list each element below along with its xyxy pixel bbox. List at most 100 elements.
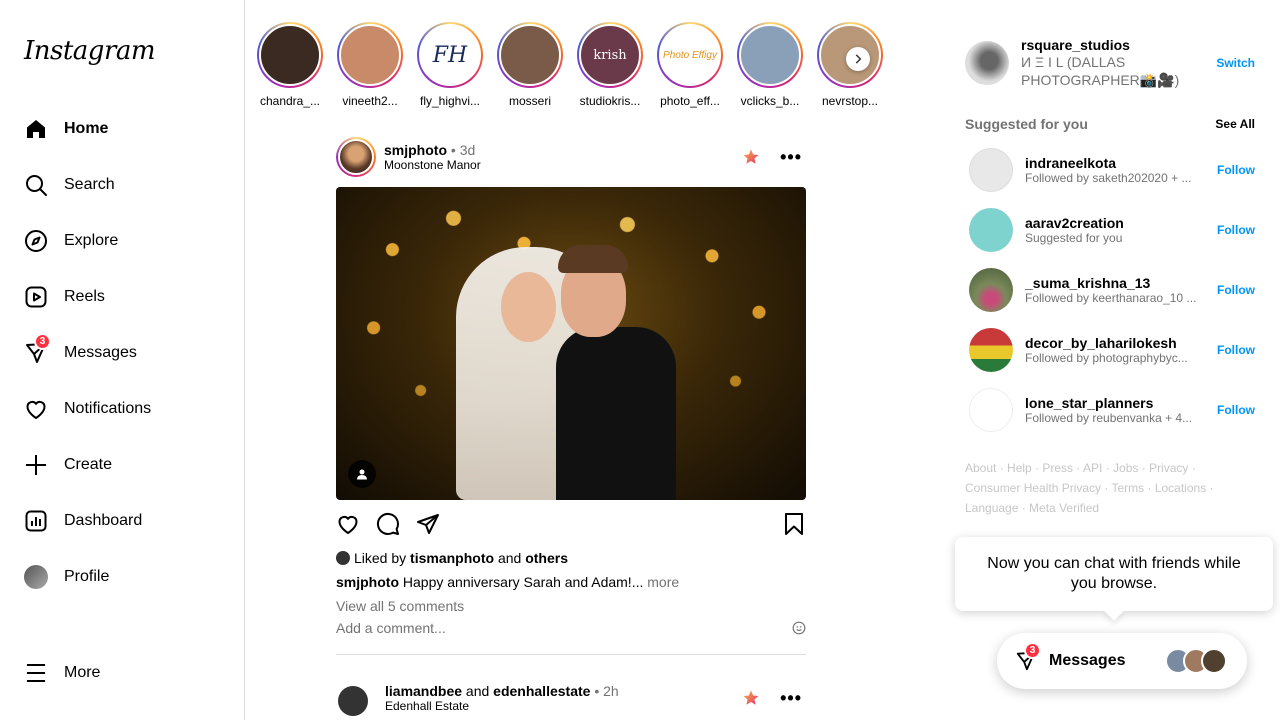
user-tag-icon[interactable]: [348, 460, 376, 488]
story-item[interactable]: vclicks_b...: [732, 22, 808, 108]
avatar[interactable]: [969, 388, 1013, 432]
favorite-star-icon[interactable]: [742, 148, 760, 166]
post2-meta: liamandbee and edenhallestate • 2h Edenh…: [385, 683, 619, 713]
bookmark-icon[interactable]: [782, 512, 806, 536]
see-all-link[interactable]: See All: [1215, 117, 1255, 131]
liked-user[interactable]: tismanphoto: [410, 550, 494, 566]
story-ring: [497, 22, 563, 88]
dashboard-icon: [24, 509, 48, 533]
suggestion-username[interactable]: _suma_krishna_13: [1025, 275, 1217, 291]
nav-reels[interactable]: Reels: [12, 273, 232, 321]
suggestion-username[interactable]: lone_star_planners: [1025, 395, 1217, 411]
emoji-icon[interactable]: [792, 621, 806, 635]
story-label: vineeth2...: [342, 94, 398, 108]
heart-icon: [24, 397, 48, 421]
comment-input[interactable]: Add a comment...: [336, 620, 446, 636]
view-comments-link[interactable]: View all 5 comments: [336, 598, 806, 614]
story-item[interactable]: FH fly_highvi...: [412, 22, 488, 108]
post2-user2[interactable]: edenhallestate: [493, 683, 590, 699]
story-item[interactable]: chandra_...: [252, 22, 328, 108]
footer-links: About · Help · Press · API · Jobs · Priv…: [965, 458, 1235, 518]
messages-pill[interactable]: 3 Messages: [997, 633, 1247, 689]
follow-button[interactable]: Follow: [1217, 223, 1255, 237]
footer-line[interactable]: Consumer Health Privacy · Terms · Locati…: [965, 478, 1235, 498]
search-icon: [24, 173, 48, 197]
more-options-icon[interactable]: •••: [780, 147, 802, 168]
post-avatar-ring[interactable]: [336, 137, 376, 177]
avatar[interactable]: [969, 268, 1013, 312]
nav-dashboard[interactable]: Dashboard: [12, 497, 232, 545]
story-item[interactable]: mosseri: [492, 22, 568, 108]
post-time[interactable]: 3d: [460, 142, 476, 158]
instagram-logo[interactable]: Instagram: [24, 36, 156, 66]
nav-profile[interactable]: Profile: [12, 553, 232, 601]
liked-prefix: Liked by: [354, 550, 407, 566]
suggestion-username[interactable]: indraneelkota: [1025, 155, 1217, 171]
nav-search[interactable]: Search: [12, 161, 232, 209]
suggestion-sub: Followed by keerthanarao_10 ...: [1025, 291, 1197, 305]
story-item[interactable]: krish studiokris...: [572, 22, 648, 108]
more-options-icon[interactable]: •••: [780, 688, 802, 709]
footer-line[interactable]: Language · Meta Verified: [965, 498, 1235, 518]
comment-icon[interactable]: [376, 512, 400, 536]
switch-account-button[interactable]: Switch: [1216, 56, 1255, 70]
suggestion-info: aarav2creation Suggested for you: [1025, 215, 1217, 245]
suggestions-header: Suggested for you See All: [965, 116, 1255, 132]
story-avatar: [339, 24, 401, 86]
current-user-info: rsquare_studios И Ξ I L (DALLAS PHOTOGRA…: [1021, 37, 1216, 89]
nav-create[interactable]: Create: [12, 441, 232, 489]
story-avatar: krish: [579, 24, 641, 86]
suggestion-item: aarav2creation Suggested for you Follow: [965, 200, 1255, 260]
like-heart-icon[interactable]: [336, 512, 360, 536]
messages-pill-avatars: [1165, 648, 1227, 674]
nav-more[interactable]: More: [12, 649, 232, 697]
avatar[interactable]: [965, 41, 1009, 85]
nav-notifications[interactable]: Notifications: [12, 385, 232, 433]
avatar[interactable]: [338, 686, 368, 716]
footer-line[interactable]: About · Help · Press · API · Jobs · Priv…: [965, 458, 1235, 478]
post-location[interactable]: Moonstone Manor: [384, 158, 742, 172]
nav-more-label: More: [64, 664, 101, 681]
nav-messages[interactable]: 3 Messages: [12, 329, 232, 377]
messenger-icon: 3: [1015, 642, 1041, 672]
current-username[interactable]: rsquare_studios: [1021, 37, 1216, 53]
suggestion-item: _suma_krishna_13 Followed by keerthanara…: [965, 260, 1255, 320]
post-actions: [336, 512, 806, 538]
suggestion-sub: Suggested for you: [1025, 231, 1123, 245]
avatar[interactable]: [969, 328, 1013, 372]
follow-button[interactable]: Follow: [1217, 343, 1255, 357]
story-avatar: [739, 24, 801, 86]
story-label: nevrstop...: [821, 94, 879, 108]
story-item[interactable]: vineeth2...: [332, 22, 408, 108]
post-meta-row: smjphoto • 3d: [384, 142, 742, 158]
avatar[interactable]: [969, 148, 1013, 192]
post-image[interactable]: [336, 187, 806, 500]
follow-button[interactable]: Follow: [1217, 403, 1255, 417]
follow-button[interactable]: Follow: [1217, 163, 1255, 177]
suggestion-username[interactable]: aarav2creation: [1025, 215, 1217, 231]
story-ring: FH: [417, 22, 483, 88]
post-likes: Liked by tismanphoto and others: [336, 550, 806, 566]
follow-button[interactable]: Follow: [1217, 283, 1255, 297]
story-label: vclicks_b...: [740, 94, 800, 108]
liked-others[interactable]: others: [525, 550, 568, 566]
caption-text: Happy anniversary Sarah and Adam!...: [402, 574, 644, 590]
post-username[interactable]: smjphoto: [384, 142, 447, 158]
caption-username[interactable]: smjphoto: [336, 574, 399, 590]
story-avatar: [499, 24, 561, 86]
share-icon[interactable]: [416, 512, 440, 536]
favorite-star-icon[interactable]: [742, 689, 760, 707]
nav-profile-label: Profile: [64, 568, 110, 585]
story-label: chandra_...: [259, 94, 321, 108]
avatar[interactable]: [969, 208, 1013, 252]
caption-more-link[interactable]: more: [647, 574, 679, 590]
nav-home[interactable]: Home: [12, 105, 232, 153]
nav-explore[interactable]: Explore: [12, 217, 232, 265]
suggestion-username[interactable]: decor_by_laharilokesh: [1025, 335, 1217, 351]
post2-location[interactable]: Edenhall Estate: [385, 699, 619, 713]
chevron-right-icon[interactable]: [846, 47, 870, 71]
story-item[interactable]: Photo Effigy photo_eff...: [652, 22, 728, 108]
messages-badge: 3: [34, 333, 51, 350]
post2-user1[interactable]: liamandbee: [385, 683, 462, 699]
compass-icon: [24, 229, 48, 253]
